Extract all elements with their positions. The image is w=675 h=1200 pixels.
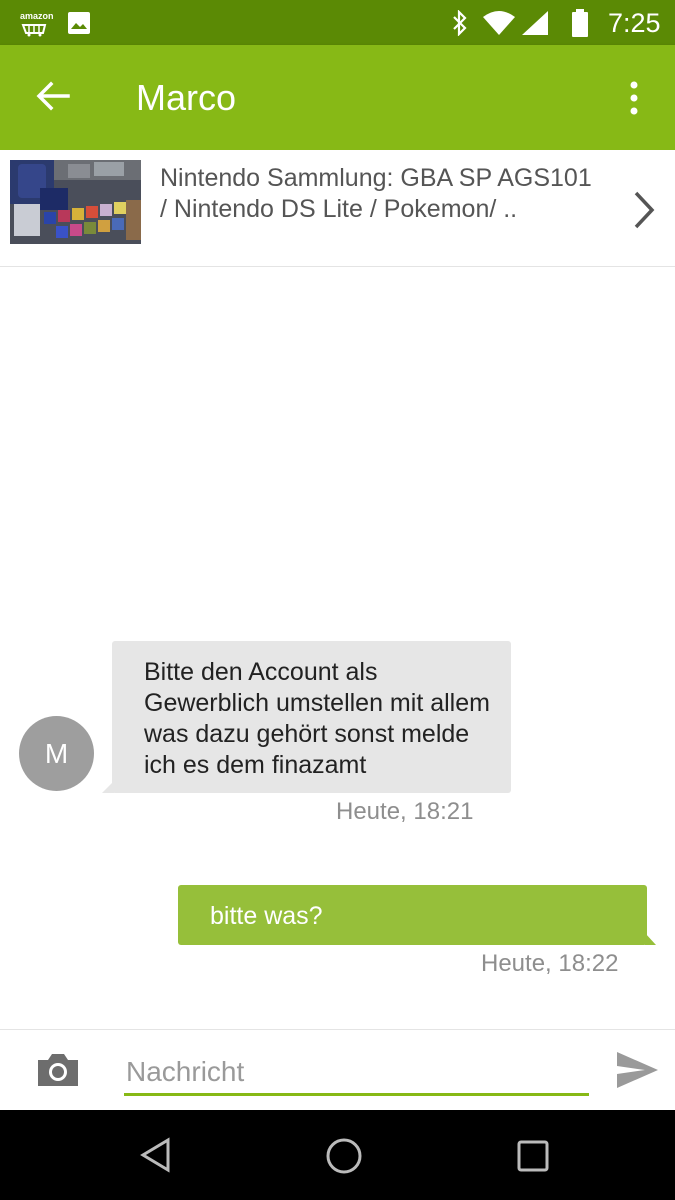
send-icon[interactable]: [615, 1050, 659, 1090]
message-input[interactable]: [124, 1050, 589, 1096]
status-bar: amazon 7:25: [0, 0, 675, 45]
listing-thumbnail: [10, 160, 141, 244]
incoming-message-bubble[interactable]: Bitte den Account als Gewerblich umstell…: [102, 641, 511, 793]
nav-recents-icon[interactable]: [517, 1140, 549, 1172]
outgoing-message-text: bitte was?: [210, 902, 323, 930]
outgoing-message-timestamp: Heute, 18:22: [481, 950, 619, 977]
back-arrow-icon[interactable]: [36, 81, 70, 111]
wifi-icon: [483, 11, 515, 35]
amazon-icon: amazon: [20, 11, 54, 37]
app-bar: Marco: [0, 45, 675, 150]
battery-icon: [572, 9, 588, 37]
listing-title: Nintendo Sammlung: GBA SP AGS101 / Ninte…: [160, 164, 592, 223]
signal-icon: [522, 11, 548, 35]
incoming-message-timestamp: Heute, 18:21: [336, 798, 474, 825]
bluetooth-icon: [453, 10, 467, 36]
outgoing-message-bubble[interactable]: bitte was?: [178, 885, 656, 945]
bubble-tail: [102, 781, 114, 793]
avatar[interactable]: M: [19, 716, 94, 791]
system-navigation-bar: [0, 1110, 675, 1200]
nav-home-icon[interactable]: [325, 1137, 363, 1175]
more-vert-icon[interactable]: [628, 81, 640, 115]
conversation-title: Marco: [136, 77, 237, 118]
message-composer: [0, 1029, 675, 1110]
camera-icon[interactable]: [36, 1052, 80, 1088]
listing-card[interactable]: Nintendo Sammlung: GBA SP AGS101 / Ninte…: [0, 150, 675, 267]
nav-back-icon[interactable]: [139, 1137, 171, 1173]
incoming-message-text: Bitte den Account als Gewerblich umstell…: [144, 658, 490, 779]
chevron-right-icon[interactable]: [632, 190, 656, 230]
clock-time: 7:25: [608, 8, 661, 38]
bubble-tail: [645, 933, 656, 945]
image-icon: [68, 12, 90, 34]
